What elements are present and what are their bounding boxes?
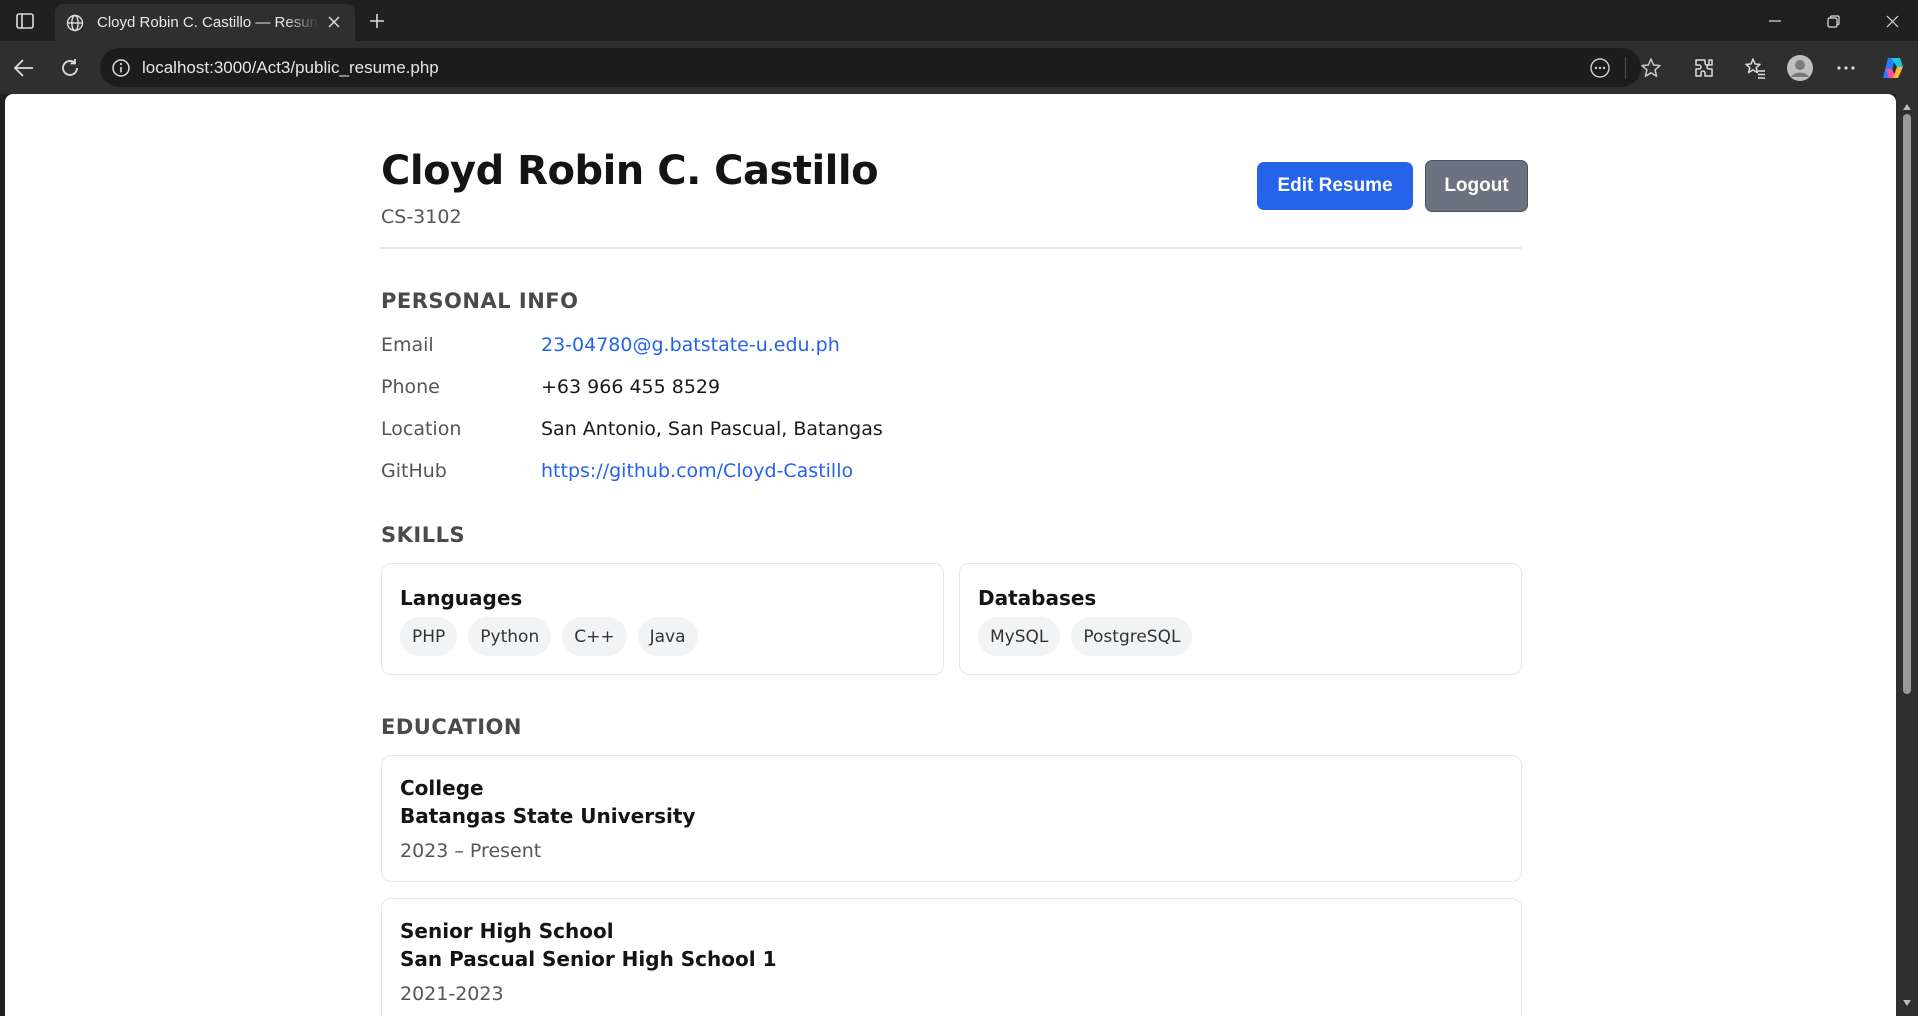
skill-group-title: Databases <box>978 586 1097 610</box>
new-tab-icon[interactable] <box>364 8 390 34</box>
url-text: localhost:3000/Act3/public_resume.php <box>142 58 439 77</box>
restore-icon[interactable] <box>1810 6 1856 36</box>
scroll-up-arrow-icon[interactable] <box>1902 102 1912 112</box>
globe-icon <box>65 13 85 33</box>
reading-mode-icon[interactable] <box>1588 56 1612 80</box>
favorites-icon[interactable] <box>1739 52 1771 84</box>
scrollbar-thumb[interactable] <box>1903 114 1911 694</box>
skill-chip: PostgreSQL <box>1071 617 1193 656</box>
scroll-down-arrow-icon[interactable] <box>1902 998 1912 1008</box>
location-value: San Antonio, San Pascual, Batangas <box>541 418 883 440</box>
education-school: Batangas State University <box>400 804 696 828</box>
info-label: Phone <box>381 376 440 398</box>
info-label: Location <box>381 418 462 440</box>
more-options-icon[interactable] <box>1830 52 1862 84</box>
resume-page: Cloyd Robin C. Castillo CS-3102 Edit Res… <box>381 94 1528 1016</box>
skill-chip: C++ <box>562 617 627 656</box>
skill-group-card: Languages PHP Python C++ Java <box>381 563 944 675</box>
skill-chip: Python <box>468 617 552 656</box>
page-viewport: Cloyd Robin C. Castillo CS-3102 Edit Res… <box>5 94 1896 1016</box>
education-level: Senior High School <box>400 919 614 943</box>
skill-chip-list: MySQL PostgreSQL <box>978 617 1193 656</box>
skill-chip: MySQL <box>978 617 1061 656</box>
edit-resume-button[interactable]: Edit Resume <box>1257 162 1413 210</box>
page-scrollbar[interactable] <box>1896 94 1918 1016</box>
personal-info-heading: PERSONAL INFO <box>381 289 579 313</box>
skill-group-card: Databases MySQL PostgreSQL <box>959 563 1522 675</box>
site-info-icon[interactable] <box>111 58 131 78</box>
favorite-star-icon[interactable] <box>1639 56 1663 80</box>
education-years: 2021-2023 <box>400 983 504 1005</box>
info-label: Email <box>381 334 434 356</box>
education-level: College <box>400 776 484 800</box>
omnibox-divider <box>1625 57 1626 79</box>
skills-heading: SKILLS <box>381 523 466 547</box>
browser-toolbar: localhost:3000/Act3/public_resume.php <box>0 41 1918 94</box>
logout-button[interactable]: Logout <box>1425 160 1528 212</box>
close-window-icon[interactable] <box>1869 6 1915 36</box>
address-bar[interactable]: localhost:3000/Act3/public_resume.php <box>100 48 1661 87</box>
education-years: 2023 – Present <box>400 840 542 862</box>
back-arrow-icon[interactable] <box>8 52 40 84</box>
education-heading: EDUCATION <box>381 715 522 739</box>
github-link[interactable]: https://github.com/Cloyd-Castillo <box>541 460 853 482</box>
education-school: San Pascual Senior High School 1 <box>400 947 777 971</box>
person-name: Cloyd Robin C. Castillo <box>381 148 879 194</box>
info-label: GitHub <box>381 460 447 482</box>
education-card: Senior High School San Pascual Senior Hi… <box>381 898 1522 1016</box>
reload-icon[interactable] <box>54 52 86 84</box>
skill-chip: Java <box>637 617 698 656</box>
extensions-icon[interactable] <box>1688 52 1720 84</box>
copilot-icon[interactable] <box>1877 52 1909 84</box>
skill-chip-list: PHP Python C++ Java <box>400 617 698 656</box>
education-card: College Batangas State University 2023 –… <box>381 755 1522 882</box>
browser-tab[interactable]: Cloyd Robin C. Castillo — Resume <box>55 4 355 41</box>
tab-actions-icon[interactable] <box>10 8 40 34</box>
profile-avatar-icon[interactable] <box>1784 52 1816 84</box>
email-link[interactable]: 23-04780@g.batstate-u.edu.ph <box>541 334 840 356</box>
tab-bar: Cloyd Robin C. Castillo — Resume <box>0 0 1918 41</box>
skill-chip: PHP <box>400 617 458 656</box>
section-code: CS-3102 <box>381 206 462 228</box>
resume-header: Cloyd Robin C. Castillo CS-3102 Edit Res… <box>381 94 1528 249</box>
close-tab-icon[interactable] <box>325 13 343 31</box>
phone-value: +63 966 455 8529 <box>541 376 721 398</box>
skill-group-title: Languages <box>400 586 523 610</box>
tab-title: Cloyd Robin C. Castillo — Resume <box>97 14 319 31</box>
minimize-icon[interactable] <box>1752 6 1798 36</box>
